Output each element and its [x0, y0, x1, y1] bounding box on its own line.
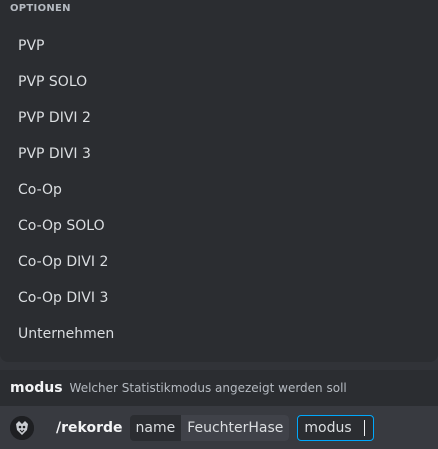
param-chip-modus[interactable]: modus	[297, 414, 374, 441]
param-label: name	[135, 419, 176, 436]
option-item[interactable]: PVP SOLO	[4, 64, 434, 100]
option-item[interactable]: Co-Op DIVI 3	[4, 280, 434, 316]
param-value[interactable]: FeuchterHase	[181, 414, 290, 441]
options-header: OPTIONEN	[10, 3, 71, 14]
command-name: /rekorde	[56, 419, 123, 436]
parameter-hint-bar: modus Welcher Statistikmodus angezeigt w…	[0, 370, 438, 406]
app-root: OPTIONEN PVP PVP SOLO PVP DIVI 2 PVP DIV…	[0, 0, 438, 449]
options-list: PVP PVP SOLO PVP DIVI 2 PVP DIVI 3 Co-Op…	[4, 28, 434, 352]
option-item[interactable]: PVP	[4, 28, 434, 64]
param-label: modus	[304, 419, 352, 436]
bot-avatar-icon	[10, 415, 34, 440]
option-item[interactable]: Unternehmen	[4, 316, 434, 352]
autocomplete-options-panel: OPTIONEN PVP PVP SOLO PVP DIVI 2 PVP DIV…	[0, 0, 438, 362]
option-item[interactable]: Co-Op SOLO	[4, 208, 434, 244]
hint-description: Welcher Statistikmodus angezeigt werden …	[69, 381, 347, 395]
param-chip-name[interactable]: name FeuchterHase	[129, 414, 290, 441]
option-item[interactable]: PVP DIVI 2	[4, 100, 434, 136]
command-input-bar[interactable]: /rekorde name FeuchterHase modus	[0, 406, 438, 449]
option-item[interactable]: PVP DIVI 3	[4, 136, 434, 172]
text-caret	[363, 419, 365, 436]
hint-param-name: modus	[10, 380, 63, 396]
option-item[interactable]: Co-Op	[4, 172, 434, 208]
option-item[interactable]: Co-Op DIVI 2	[4, 244, 434, 280]
